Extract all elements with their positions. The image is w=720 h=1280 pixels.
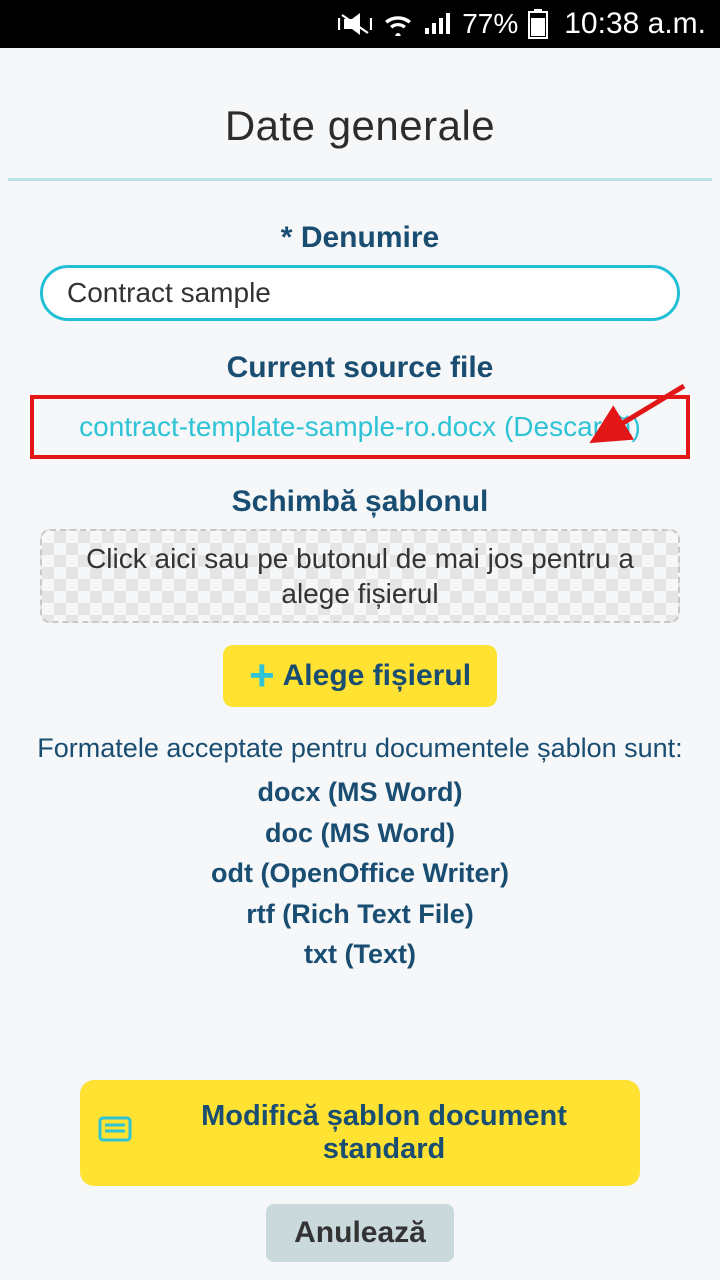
status-bar: 77% 10:38 a.m. xyxy=(0,0,720,48)
modify-template-button[interactable]: Modifică șablon document standard xyxy=(80,1080,640,1186)
clock: 10:38 a.m. xyxy=(564,7,706,41)
choose-file-label: Alege fișierul xyxy=(283,659,471,693)
modify-template-label: Modifică șablon document standard xyxy=(146,1100,622,1166)
battery-icon xyxy=(528,9,548,39)
plus-icon: + xyxy=(249,663,275,689)
cell-signal-icon xyxy=(424,12,452,36)
name-label: Denumire xyxy=(8,221,712,255)
cancel-button[interactable]: Anulează xyxy=(266,1204,454,1262)
vibrate-silent-icon xyxy=(338,11,372,37)
file-dropzone[interactable]: Click aici sau pe butonul de mai jos pen… xyxy=(40,529,680,623)
page-title: Date generale xyxy=(8,102,712,150)
divider xyxy=(8,178,712,181)
source-filename: contract-template-sample-ro.docx xyxy=(79,411,496,442)
change-template-label: Schimbă șablonul xyxy=(8,485,712,519)
annotation-arrow-icon xyxy=(580,380,690,450)
name-input[interactable] xyxy=(40,265,680,321)
form-panel: Date generale Denumire Current source fi… xyxy=(0,48,720,1280)
format-item: odt (OpenOffice Writer) xyxy=(8,853,712,894)
choose-file-button[interactable]: + Alege fișierul xyxy=(223,645,497,707)
format-item: docx (MS Word) xyxy=(8,772,712,813)
format-item: doc (MS Word) xyxy=(8,813,712,854)
battery-percent: 77% xyxy=(462,8,518,40)
wifi-icon xyxy=(382,12,414,36)
format-item: txt (Text) xyxy=(8,934,712,975)
formats-intro: Formatele acceptate pentru documentele ș… xyxy=(24,733,696,764)
document-icon xyxy=(98,1114,132,1152)
format-item: rtf (Rich Text File) xyxy=(8,894,712,935)
